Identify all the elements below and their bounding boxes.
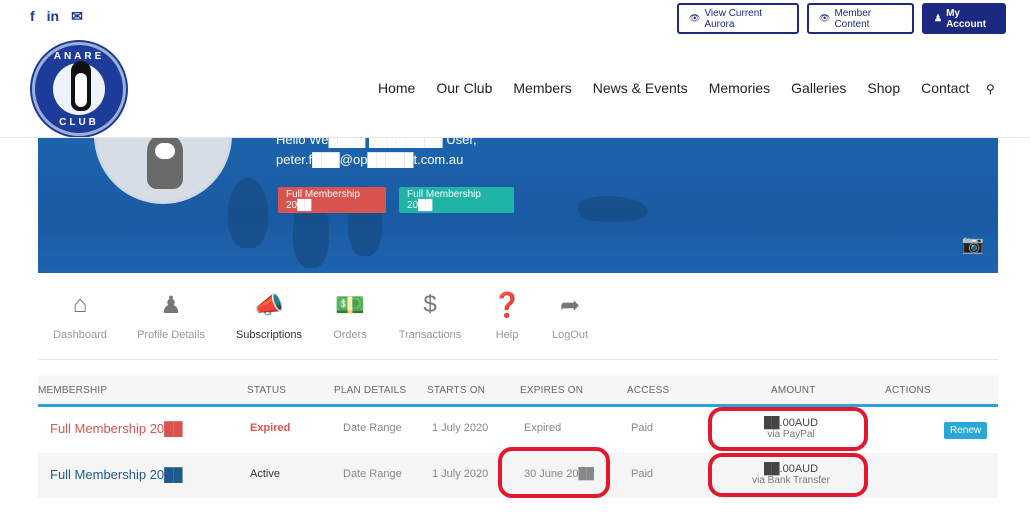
table-header: MEMBERSHIP STATUS PLAN DETAILS STARTS ON… [38,375,998,407]
col-plan-details: PLAN DETAILS [334,385,407,396]
nav-item-our-club[interactable]: Our Club [436,80,492,96]
col-amount: AMOUNT [771,385,816,396]
megaphone-icon: 📣 [254,291,284,319]
avatar-chick-face [155,143,175,159]
status-badge: Expired [250,422,291,434]
access: Paid [631,422,654,434]
user-icon: ♟ [160,291,182,319]
membership-name[interactable]: Full Membership 20██ [50,467,183,482]
penguin-belly [75,73,87,107]
dollar-icon: $ [423,291,437,318]
starts-on: 1 July 2020 [432,422,489,434]
tab-orders[interactable]: 💵 Orders [328,290,372,342]
main-nav: Home Our Club Members News & Events Memo… [378,80,995,96]
tab-label: Subscriptions [235,329,303,341]
highlight-annotation [708,453,868,497]
search-icon[interactable]: ⚲ [986,82,995,96]
member-content-label: Member Content [834,7,872,30]
col-status: STATUS [247,385,287,396]
renew-button[interactable]: Renew [944,422,988,439]
nav-item-members[interactable]: Members [513,80,571,96]
tab-subscriptions[interactable]: 📣 Subscriptions [234,290,304,342]
user-icon: ♟ [934,13,943,23]
view-aurora-label: View Current Aurora [704,7,763,30]
plan-details: Date Range [343,468,402,480]
col-starts-on: STARTS ON [427,385,486,396]
eye-icon: 👁 [689,13,701,23]
tab-label: Dashboard [53,329,107,341]
tab-label: Help [495,329,519,341]
dashboard-tabs: ⌂ Dashboard ♟ Profile Details 📣 Subscrip… [38,290,998,360]
nav-item-home[interactable]: Home [378,80,415,96]
nav-item-news-events[interactable]: News & Events [593,80,688,96]
profile-banner: Hello We████ ████████ User, peter.f███@o… [38,138,998,273]
penguin-silhouette [228,178,268,248]
tab-dashboard[interactable]: ⌂ Dashboard [50,290,110,341]
question-icon: ❓ [492,291,522,319]
club-logo[interactable]: ANARE CLUB [32,42,126,136]
status-badge: Active [250,468,280,480]
camera-icon[interactable]: 📷 [962,234,984,255]
tab-label: Profile Details [137,329,205,341]
col-expires-on: EXPIRES ON [520,385,584,396]
nav-item-shop[interactable]: Shop [867,80,900,96]
membership-tag-active[interactable]: Full Membership 20██ [399,187,514,213]
top-buttons: 👁 View Current Aurora 👁 Member Content ♟… [677,3,1006,34]
penguin-silhouette [578,196,648,222]
email-icon[interactable]: ✉ [71,8,83,24]
tab-label: Transactions [398,329,462,341]
highlight-annotation [498,447,610,498]
plan-details: Date Range [343,422,402,434]
expires-on: Expired [524,422,562,434]
eye-icon: 👁 [819,13,831,23]
social-links: f in ✉ [30,8,83,24]
facebook-icon[interactable]: f [30,8,35,24]
nav-item-contact[interactable]: Contact [921,80,969,96]
col-access: ACCESS [627,385,670,396]
my-account-label: My Account [946,7,987,30]
greeting-text: Hello We████ ████████ User, [276,138,477,147]
tab-label: LogOut [551,329,589,341]
membership-tag-expired[interactable]: Full Membership 20██ [278,187,386,213]
highlight-annotation [708,407,868,451]
starts-on: 1 July 2020 [432,468,489,480]
col-actions: ACTIONS [885,385,931,396]
logout-icon: ➦ [559,291,581,319]
money-icon: 💵 [335,291,365,319]
access: Paid [631,468,654,480]
linkedin-icon[interactable]: in [47,8,59,24]
my-account-button[interactable]: ♟ My Account [922,3,1006,34]
user-email: peter.f███@op█████t.com.au [276,152,464,167]
tab-label: Orders [333,329,367,341]
col-membership: MEMBERSHIP [38,385,108,396]
nav-item-memories[interactable]: Memories [709,80,770,96]
home-icon: ⌂ [72,291,88,318]
member-content-button[interactable]: 👁 Member Content [807,3,914,34]
avatar[interactable] [94,138,232,204]
view-aurora-button[interactable]: 👁 View Current Aurora [677,3,799,34]
nav-item-galleries[interactable]: Galleries [791,80,846,96]
tab-profile-details[interactable]: ♟ Profile Details [134,290,208,342]
tab-transactions[interactable]: $ Transactions [396,290,464,341]
membership-name[interactable]: Full Membership 20██ [50,421,183,436]
logo-text-top: ANARE [53,51,105,62]
tab-logout[interactable]: ➦ LogOut [548,290,592,342]
logo-text-bottom: CLUB [59,117,99,128]
tab-help[interactable]: ❓ Help [490,290,524,342]
